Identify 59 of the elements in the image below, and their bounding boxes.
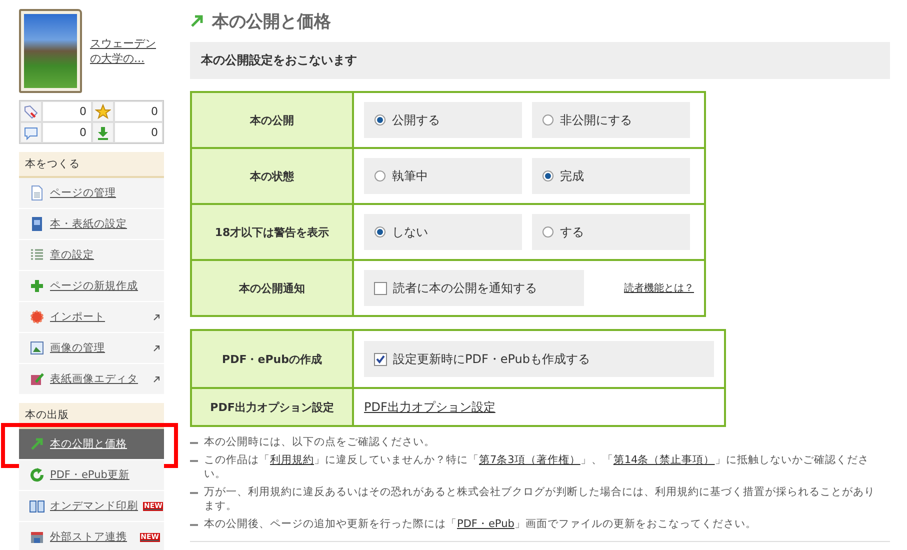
sidebar-item[interactable]: 章の設定 <box>19 240 164 271</box>
note-text: 万が一、利用規約に違反あるいはその恐れがあると株式会社ブクログが判断した場合には、利用規約に基づく措置が採られることがあります。 <box>204 485 876 513</box>
radio-option[interactable]: 公開する <box>364 102 522 138</box>
row-label: 本の公開通知 <box>191 260 353 316</box>
section-header: 本の公開設定をおこないます <box>190 42 890 79</box>
speech-bubble-icon <box>23 124 39 140</box>
gear-icon <box>29 309 45 325</box>
note-link[interactable]: PDF・ePub <box>457 518 514 530</box>
plus-icon <box>29 278 45 294</box>
store-icon <box>29 529 45 545</box>
checkbox-option[interactable]: 設定更新時にPDF・ePubも作成する <box>364 341 714 377</box>
dash-icon <box>190 442 198 444</box>
dash-icon <box>190 492 198 494</box>
row-label: PDF・ePubの作成 <box>191 330 353 388</box>
sidebar-item[interactable]: PDF・ePub更新 <box>19 460 164 491</box>
row-label: 本の公開 <box>191 92 353 148</box>
sidebar-item[interactable]: 本・表紙の設定 <box>19 209 164 240</box>
note-text: この作品は「利用規約」に違反していませんか？特に「第7条3項（著作権）」、「第14条（禁止事項）」に抵触しないかご確認ください。 <box>204 453 870 481</box>
dash-icon <box>190 460 198 462</box>
radio-option[interactable]: 完成 <box>532 158 690 194</box>
list-icon <box>29 247 45 263</box>
sidebar-item[interactable]: インポート <box>19 302 164 333</box>
tag-icon <box>23 104 39 120</box>
row-label: 本の状態 <box>191 148 353 204</box>
arrow-icon <box>29 436 45 452</box>
open-book-icon <box>29 498 45 514</box>
picture-icon <box>29 340 45 356</box>
sidebar-item[interactable]: ページの管理 <box>19 178 164 209</box>
note-link[interactable]: 第14条（禁止事項） <box>613 454 715 466</box>
book-title-link[interactable]: スウェーデンの大学の... <box>90 36 162 66</box>
radio-option[interactable]: 非公開にする <box>532 102 690 138</box>
count-value: 0 <box>114 101 163 122</box>
sidebar-item[interactable]: ページの新規作成 <box>19 271 164 302</box>
page-title: 本の公開と価格 <box>212 10 331 32</box>
star-icon <box>94 104 110 120</box>
count-value: 0 <box>114 122 163 143</box>
sidebar-item[interactable]: 画像の管理 <box>19 333 164 364</box>
settings-link[interactable]: PDF出力オプション設定 <box>364 398 496 416</box>
note-text: 本の公開後、ページの追加や更新を行った際には「PDF・ePub」画面でファイルの更新をおこなってください。 <box>204 517 758 531</box>
count-value: 0 <box>42 101 92 122</box>
help-link[interactable]: 読者機能とは？ <box>624 281 694 295</box>
note-link[interactable]: 第7条3項（著作権） <box>479 454 580 466</box>
radio-option[interactable]: 執筆中 <box>364 158 522 194</box>
pencil-icon <box>29 371 45 387</box>
radio-option[interactable]: する <box>532 214 690 250</box>
count-value: 0 <box>42 122 92 143</box>
row-label: PDF出力オプション設定 <box>191 388 353 426</box>
dash-icon <box>190 524 198 526</box>
radio-option[interactable]: しない <box>364 214 522 250</box>
page-icon <box>29 185 45 201</box>
checkbox-option[interactable]: 読者に本の公開を通知する <box>364 270 584 306</box>
arrow-icon <box>190 14 204 28</box>
note-text: 本の公開時には、以下の点をご確認ください。 <box>204 435 436 449</box>
note-link[interactable]: 利用規約 <box>270 454 314 466</box>
book-icon <box>29 216 45 232</box>
section-heading: 本をつくる <box>19 152 164 178</box>
sidebar-item[interactable]: 表紙画像エディタ <box>19 364 164 395</box>
row-label: 18才以下は警告を表示 <box>191 204 353 260</box>
refresh-icon <box>29 467 45 483</box>
